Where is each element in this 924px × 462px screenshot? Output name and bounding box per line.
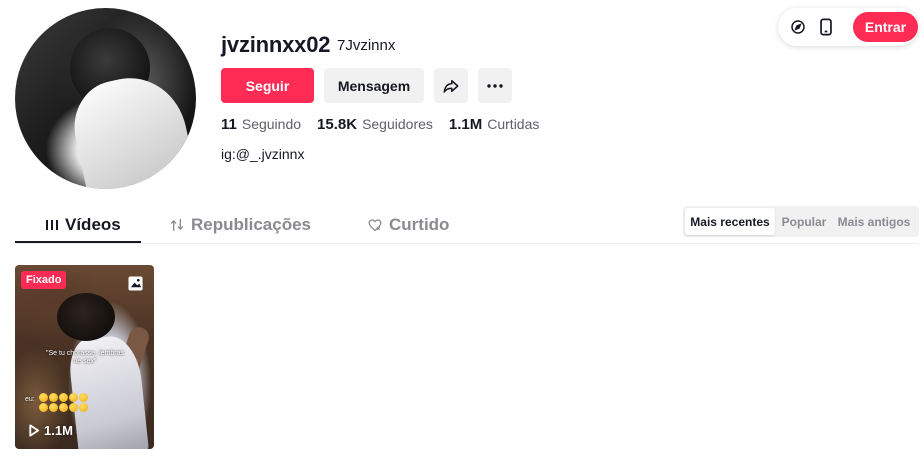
photo-mode-icon	[128, 276, 143, 291]
video-views: 1.1M	[28, 423, 73, 438]
video-emoji-prefix: eu:	[25, 396, 35, 403]
profile-username: jvzinnxx02	[221, 32, 331, 57]
emoji-icon	[49, 393, 58, 402]
login-button[interactable]: Entrar	[853, 12, 918, 42]
phone-icon[interactable]	[816, 17, 836, 37]
emoji-icon	[59, 393, 68, 402]
profile-avatar[interactable]	[15, 8, 196, 189]
tab-liked[interactable]: Curtido	[367, 208, 449, 242]
profile-nickname: 7Jvzinnx	[337, 37, 396, 54]
tab-videos-label: Vídeos	[65, 215, 121, 234]
more-icon	[487, 83, 503, 88]
video-caption: "Se tu chorasse, lembras ne sex"	[46, 350, 124, 365]
top-right-bar: Entrar	[778, 8, 918, 46]
sort-option-popular[interactable]: Popular	[775, 208, 833, 235]
grid-bars-icon	[45, 218, 59, 232]
repost-icon	[169, 217, 185, 233]
heart-icon	[367, 217, 383, 233]
emoji-icon	[39, 393, 48, 402]
emoji-icon	[39, 403, 48, 412]
following-label[interactable]: Seguindo	[242, 116, 301, 132]
profile-tabs: Vídeos Republicações Curtido	[15, 208, 449, 242]
emoji-icon	[69, 403, 78, 412]
share-button[interactable]	[434, 68, 468, 103]
emoji-icon	[79, 393, 88, 402]
profile-stats: 11 Seguindo 15.8K Seguidores 1.1M Curtid…	[221, 116, 555, 133]
thumb-head-shape	[57, 293, 115, 341]
tab-reposts-label: Republicações	[191, 215, 311, 234]
likes-count: 1.1M	[448, 116, 483, 133]
followers-label[interactable]: Seguidores	[362, 116, 433, 132]
tab-liked-label: Curtido	[389, 215, 450, 234]
sort-selector: Mais recentes Popular Mais antigos	[683, 206, 919, 237]
tab-videos[interactable]: Vídeos	[15, 208, 141, 242]
emoji-row-bottom	[39, 403, 89, 412]
play-icon	[29, 424, 40, 437]
following-count[interactable]: 11	[221, 116, 237, 133]
emoji-icon	[49, 403, 58, 412]
message-button[interactable]: Mensagem	[324, 68, 424, 103]
compass-icon[interactable]	[788, 17, 808, 37]
likes-label: Curtidas	[487, 116, 540, 132]
followers-count[interactable]: 15.8K	[317, 116, 357, 133]
emoji-icon	[79, 403, 88, 412]
video-card[interactable]: Fixado "Se tu chorasse, lembras ne sex" …	[15, 265, 154, 449]
more-options-button[interactable]	[478, 68, 512, 103]
emoji-icon	[59, 403, 68, 412]
share-icon	[443, 79, 459, 93]
emoji-row-top	[39, 393, 89, 402]
tab-reposts[interactable]: Republicações	[169, 208, 311, 242]
sort-option-recent[interactable]: Mais recentes	[685, 208, 775, 235]
tabs-divider	[15, 243, 918, 244]
video-views-count: 1.1M	[44, 423, 73, 438]
pinned-badge: Fixado	[21, 271, 67, 289]
emoji-icon	[69, 393, 78, 402]
sort-option-oldest[interactable]: Mais antigos	[833, 208, 915, 235]
profile-bio: ig:@_.jvzinnx	[221, 146, 305, 162]
follow-button[interactable]: Seguir	[221, 68, 314, 103]
